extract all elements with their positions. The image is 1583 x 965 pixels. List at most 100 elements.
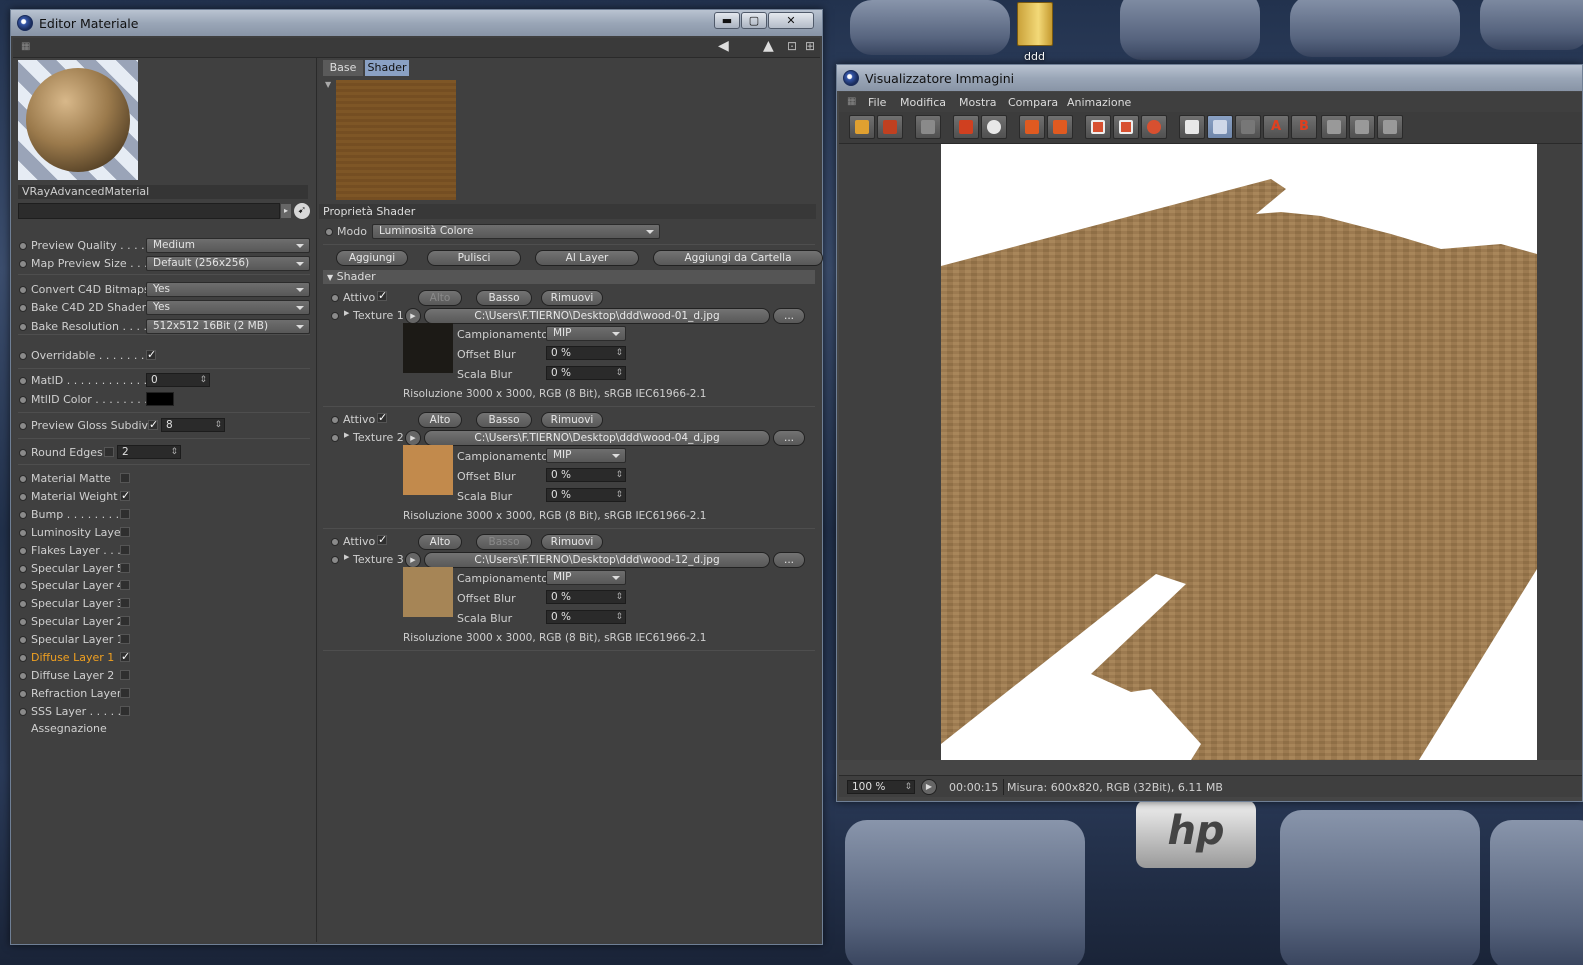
clear-button[interactable]: Pulisci (427, 250, 521, 266)
render-view-icon[interactable] (1113, 115, 1139, 139)
overridable-checkbox[interactable] (146, 350, 156, 360)
channel-radio[interactable] (19, 671, 27, 680)
channel-label[interactable]: Diffuse Layer 2 (31, 669, 114, 682)
layer-up-button[interactable]: Alto (418, 534, 462, 550)
channel-radio[interactable] (19, 654, 27, 662)
channel-checkbox[interactable] (120, 473, 130, 483)
channel-radio[interactable] (19, 618, 27, 627)
add-from-folder-button[interactable]: Aggiungi da Cartella (653, 250, 823, 266)
image-viewer-titlebar[interactable]: Visualizzatore Immagini (837, 65, 1582, 91)
texture-radio[interactable] (331, 312, 339, 320)
gloss-input[interactable]: 8 (161, 418, 225, 432)
open-icon[interactable] (849, 115, 875, 139)
matid-input[interactable]: 0 (146, 373, 210, 387)
grid-icon[interactable] (915, 115, 941, 139)
texture-load-button[interactable]: ▶ (405, 308, 421, 324)
channel-radio[interactable] (19, 636, 27, 645)
shader-section-header[interactable]: ▼ Shader (323, 270, 815, 284)
material-preview[interactable] (18, 60, 138, 180)
channel-checkbox[interactable] (120, 705, 130, 716)
gloss-radio[interactable] (19, 422, 27, 430)
menu-file[interactable]: File (868, 96, 886, 109)
scale-blur-input[interactable]: 0 % (546, 488, 626, 502)
film-icon[interactable] (1019, 115, 1045, 139)
channel-label[interactable]: Material Matte (31, 472, 111, 485)
offset-blur-input[interactable]: 0 % (546, 590, 626, 604)
offset-blur-input[interactable]: 0 % (546, 346, 626, 360)
new-window-icon[interactable]: ⊞ (805, 39, 815, 53)
channel-label[interactable]: Specular Layer 2 (31, 615, 124, 628)
copy-to-pv-icon[interactable] (953, 115, 979, 139)
channel-radio[interactable] (19, 528, 27, 537)
swap-vertical-icon[interactable] (1349, 115, 1375, 139)
channel-radio[interactable] (19, 475, 27, 483)
layer-active-checkbox[interactable] (377, 535, 387, 545)
channel-checkbox[interactable] (120, 580, 130, 591)
scale-blur-input[interactable]: 0 % (546, 366, 626, 380)
channel-checkbox[interactable] (120, 652, 130, 662)
user-icon[interactable] (981, 115, 1007, 139)
set-a-icon[interactable]: A (1263, 115, 1289, 139)
desktop-folder-icon[interactable] (1017, 2, 1053, 46)
texture-expand-icon[interactable]: ▶ (344, 309, 349, 317)
layer-remove-button[interactable]: Rimuovi (541, 290, 603, 306)
setting-dropdown[interactable]: 512x512 16Bit (2 MB) (146, 319, 310, 334)
channel-checkbox[interactable] (120, 562, 130, 573)
mode-dropdown[interactable]: Luminosità Colore (372, 224, 660, 239)
layer-active-checkbox[interactable] (377, 291, 387, 301)
diff-icon[interactable] (1377, 115, 1403, 139)
tab-shader[interactable]: Shader (365, 60, 409, 76)
texture-radio[interactable] (331, 556, 339, 564)
image-canvas[interactable] (839, 144, 1582, 760)
channel-checkbox[interactable] (120, 669, 130, 680)
setting-dropdown[interactable]: Yes (146, 300, 310, 315)
texture-load-button[interactable]: ▶ (405, 552, 421, 568)
round-edges-input[interactable]: 2 (117, 445, 181, 459)
channel-radio[interactable] (19, 582, 27, 591)
close-button[interactable]: ✕ (768, 12, 814, 29)
channel-radio[interactable] (19, 546, 27, 555)
layer-active-checkbox[interactable] (377, 413, 387, 423)
channel-label[interactable]: Specular Layer 5 (31, 562, 124, 575)
channel-checkbox[interactable] (120, 544, 130, 555)
texture-path-field[interactable]: C:\Users\F.TIERNO\Desktop\ddd\wood-04_d.… (424, 430, 770, 446)
pick-cursor-icon[interactable]: ➹ (294, 203, 310, 219)
gloss-checkbox[interactable] (148, 420, 158, 430)
channel-checkbox[interactable] (120, 616, 130, 627)
channel-radio[interactable] (19, 600, 27, 609)
lock-icon[interactable]: ⊡ (787, 39, 797, 53)
channel-label[interactable]: Diffuse Layer 1 (31, 651, 114, 664)
overridable-radio[interactable] (19, 352, 27, 360)
link-arrow-button[interactable]: ▸ (281, 204, 291, 218)
channel-label[interactable]: Luminosity Layer (31, 526, 125, 539)
channel-label[interactable]: Material Weight (31, 490, 118, 503)
layer-active-radio[interactable] (331, 416, 339, 424)
assignment-label[interactable]: Assegnazione (31, 722, 107, 735)
menu-view[interactable]: Mostra (959, 96, 997, 109)
overlay-ab-icon[interactable] (1235, 115, 1261, 139)
zoom-input[interactable]: 100 % (847, 780, 915, 794)
texture-radio[interactable] (331, 434, 339, 442)
desktop-folder-label[interactable]: ddd (1024, 50, 1045, 63)
texture-expand-icon[interactable]: ▶ (344, 431, 349, 439)
render-settings-icon[interactable] (1141, 115, 1167, 139)
matid-radio[interactable] (19, 377, 27, 385)
channel-radio[interactable] (19, 707, 27, 716)
sampling-dropdown[interactable]: MIP (546, 570, 626, 585)
texture-path-field[interactable]: C:\Users\F.TIERNO\Desktop\ddd\wood-12_d.… (424, 552, 770, 568)
maximize-button[interactable]: ▢ (741, 12, 767, 29)
play-button[interactable]: ▶ (921, 779, 937, 795)
channel-checkbox[interactable] (120, 687, 130, 698)
channel-radio[interactable] (19, 510, 27, 519)
setting-radio[interactable] (19, 260, 27, 268)
setting-dropdown[interactable]: Yes (146, 282, 310, 297)
swap-icon[interactable] (1321, 115, 1347, 139)
channel-radio[interactable] (19, 689, 27, 698)
setting-radio[interactable] (19, 304, 27, 312)
render-region-icon[interactable] (1085, 115, 1111, 139)
setting-dropdown[interactable]: Medium (146, 238, 310, 253)
film-stack-icon[interactable] (1047, 115, 1073, 139)
channel-radio[interactable] (19, 492, 27, 501)
channel-checkbox[interactable] (120, 508, 130, 519)
menu-animation[interactable]: Animazione (1067, 96, 1131, 109)
